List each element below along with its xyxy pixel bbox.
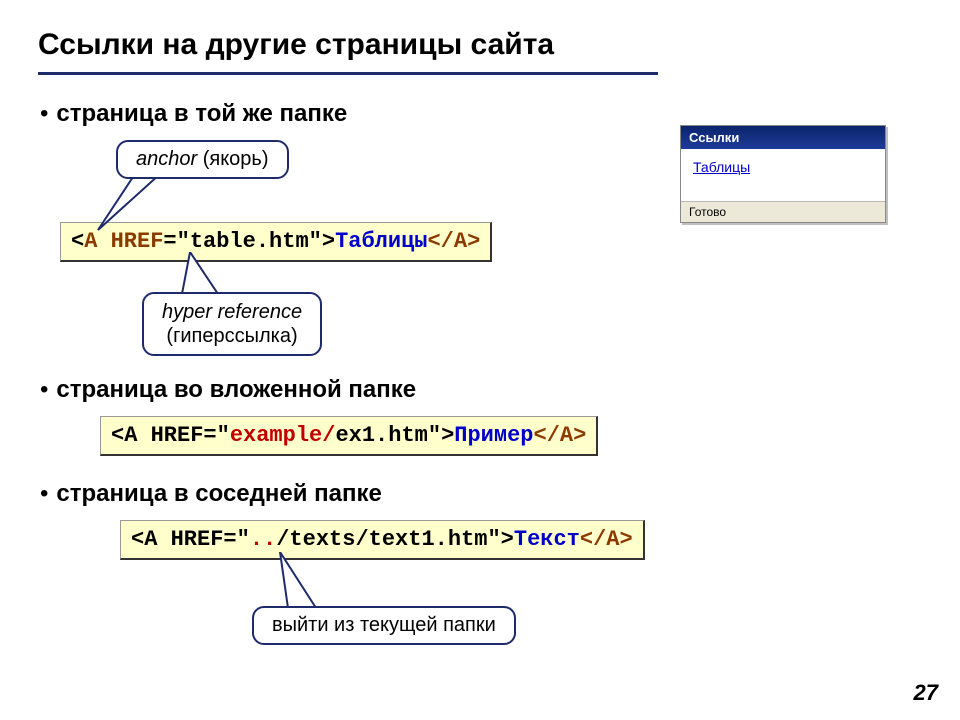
- page-number: 27: [914, 680, 938, 706]
- bullet-sibling-folder: страница в соседней папке: [40, 480, 382, 508]
- bullet-same-folder: страница в той же папке: [40, 100, 347, 128]
- callout-anchor: anchor (якорь): [116, 140, 289, 179]
- callout-anchor-term: anchor: [136, 148, 197, 170]
- title-underline: [38, 72, 658, 75]
- bullet-subfolder: страница во вложенной папке: [40, 376, 416, 404]
- callout-updir-pointer: [268, 552, 338, 612]
- callout-href-term: hyper reference: [162, 300, 302, 324]
- code-example-3: <A HREF="../texts/text1.htm">Текст</A>: [120, 520, 645, 560]
- browser-window: Ссылки Таблицы Готово: [680, 125, 886, 223]
- code-example-2: <A HREF="example/ex1.htm">Пример</A>: [100, 416, 598, 456]
- window-body: Таблицы: [681, 149, 885, 201]
- callout-updir-text: выйти из текущей папки: [272, 614, 496, 636]
- window-titlebar: Ссылки: [681, 126, 885, 149]
- window-statusbar: Готово: [681, 201, 885, 222]
- callout-href: hyper reference (гиперссылка): [142, 292, 322, 356]
- page-title: Ссылки на другие страницы сайта: [38, 28, 554, 62]
- callout-anchor-pointer: [80, 172, 180, 242]
- callout-href-ru: (гиперссылка): [162, 324, 302, 348]
- callout-updir: выйти из текущей папки: [252, 606, 516, 645]
- callout-href-pointer: [168, 252, 248, 296]
- callout-anchor-ru: (якорь): [197, 148, 268, 170]
- window-link-tables[interactable]: Таблицы: [693, 159, 750, 175]
